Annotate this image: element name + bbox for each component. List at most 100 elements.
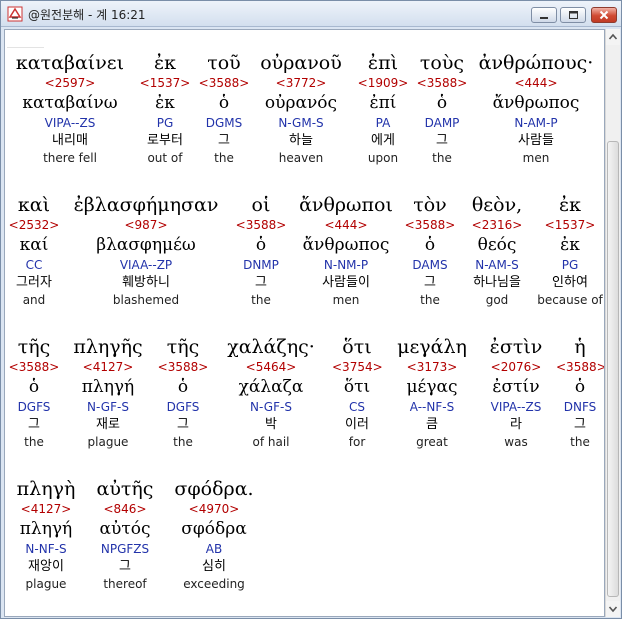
english-gloss: men [332, 293, 360, 307]
strong-number[interactable]: <846> [88, 501, 162, 518]
word-block[interactable]: ὅτι <3754> ὅτι CS 이러 for [332, 335, 383, 450]
word-block[interactable]: αὐτῆς <846> αὐτός NPGFZS 그 thereof [88, 477, 162, 592]
korean-gloss: 라 [510, 417, 522, 432]
app-window: @원전분해 - 계 16:21 καταβαίνει <2597> καταβα… [0, 0, 622, 619]
lexical-form: ἄνθρωπος [302, 235, 390, 255]
korean-gloss: 인하여 [552, 275, 588, 290]
maximize-button[interactable] [560, 7, 586, 23]
strong-number[interactable]: <3588> [556, 359, 604, 376]
strong-number[interactable]: <3588> [414, 75, 470, 92]
english-gloss: the [173, 435, 193, 449]
korean-gloss: 그 [574, 417, 586, 432]
vertical-scrollbar[interactable] [605, 29, 620, 617]
word-block[interactable]: καὶ <2532> καί CC 그러자 and [8, 193, 60, 308]
scroll-up-button[interactable] [606, 29, 620, 45]
strong-number[interactable]: <3588> [198, 75, 250, 92]
english-gloss: plague [87, 435, 129, 449]
korean-gloss: 이러 [345, 417, 369, 432]
word-block[interactable]: πληγῆς <4127> πληγή N-GF-S 재로 plague [60, 335, 156, 450]
minimize-button[interactable] [531, 7, 557, 23]
strong-number[interactable]: <444> [290, 217, 402, 234]
korean-gloss: 사람들 [518, 133, 554, 148]
strong-number[interactable]: <5464> [210, 359, 332, 376]
strong-number[interactable]: <2597> [8, 75, 132, 92]
parse-code: CS [349, 400, 365, 414]
english-gloss: the [420, 293, 440, 307]
word-block[interactable]: σφόδρα. <4970> σφόδρα AB 심히 exceeding [166, 477, 262, 592]
english-gloss: blashemed [112, 293, 180, 307]
strong-number[interactable]: <4127> [8, 501, 84, 518]
strong-number[interactable]: <2532> [8, 217, 60, 234]
strong-number[interactable]: <3588> [8, 359, 60, 376]
lexical-form: σφόδρα [181, 519, 247, 539]
strong-number[interactable]: <1537> [132, 75, 198, 92]
strong-number[interactable]: <444> [470, 75, 602, 92]
close-button[interactable] [591, 7, 617, 23]
word-block[interactable]: χαλάζης· <5464> χάλαζα N-GF-S 박 of hail [210, 335, 332, 450]
app-icon [7, 6, 23, 22]
greek-word: ἐκ [558, 194, 582, 216]
strong-number[interactable]: <2316> [458, 217, 536, 234]
strong-number[interactable]: <2076> [478, 359, 554, 376]
parse-code: N-NM-P [323, 258, 369, 272]
strong-number[interactable]: <4127> [60, 359, 156, 376]
strong-number[interactable]: <3588> [232, 217, 290, 234]
parse-code: CC [25, 258, 43, 272]
word-block[interactable]: ἄνθρωποι <444> ἄνθρωπος N-NM-P 사람들이 men [290, 193, 402, 308]
scroll-down-button[interactable] [606, 601, 620, 617]
corner-blank [7, 31, 44, 48]
word-block[interactable]: τῆς <3588> ὁ DGFS 그 the [8, 335, 60, 450]
english-gloss: god [485, 293, 509, 307]
word-block[interactable]: ἡ <3588> ὁ DNFS 그 the [556, 335, 604, 450]
greek-word: τοὺς [419, 52, 465, 74]
greek-word: οὐρανοῦ [260, 52, 342, 74]
korean-gloss: 그러자 [16, 275, 52, 290]
greek-word: θεὸν, [471, 194, 523, 216]
maximize-icon [569, 11, 578, 19]
word-block[interactable]: ἐστὶν <2076> ἐστίν VIPA--ZS 라 was [478, 335, 554, 450]
english-gloss: the [432, 151, 452, 165]
word-block[interactable]: ἐκ <1537> ἐκ PG 인하여 because of [536, 193, 604, 308]
word-block[interactable]: τοῦ <3588> ὁ DGMS 그 the [198, 51, 250, 166]
word-block[interactable]: θεὸν, <2316> θεός N-AM-S 하나님을 god [458, 193, 536, 308]
strong-number[interactable]: <3588> [402, 217, 458, 234]
lexical-form: αὐτός [99, 519, 151, 539]
parse-code: DGFS [17, 400, 51, 414]
strong-number[interactable]: <4970> [166, 501, 262, 518]
korean-gloss: 하나님을 [473, 275, 521, 290]
strong-number[interactable]: <1537> [536, 217, 604, 234]
lexical-form: χάλαζα [238, 377, 304, 397]
word-block[interactable]: ἐβλασφήμησαν <987> βλασφημέω VIAA--ZP 훼방… [60, 193, 232, 308]
parse-code: DNFS [563, 400, 597, 414]
word-block[interactable]: πληγὴ <4127> πληγή N-NF-S 재앙이 plague [8, 477, 84, 592]
strong-number[interactable]: <3173> [388, 359, 476, 376]
strong-number[interactable]: <987> [60, 217, 232, 234]
greek-word: ἀνθρώπους· [478, 52, 594, 74]
word-block[interactable]: μεγάλη <3173> μέγας A--NF-S 큼 great [388, 335, 476, 450]
word-block[interactable]: καταβαίνει <2597> καταβαίνω VIPA--ZS 내리매… [8, 51, 132, 166]
word-block[interactable]: οὐρανοῦ <3772> οὐρανός N-GM-S 하늘 heaven [250, 51, 352, 166]
parse-code: VIAA--ZP [119, 258, 173, 272]
strong-number[interactable]: <1909> [352, 75, 414, 92]
lexical-form: ὁ [255, 235, 267, 255]
korean-gloss: 그 [28, 417, 40, 432]
lexical-form: μέγας [406, 377, 458, 397]
strong-number[interactable]: <3588> [156, 359, 210, 376]
scroll-thumb[interactable] [607, 141, 619, 597]
english-gloss: the [214, 151, 234, 165]
word-block[interactable]: ἐκ <1537> ἐκ PG 로부터 out of [132, 51, 198, 166]
korean-gloss: 훼방하니 [122, 275, 170, 290]
parse-code: N-GF-S [250, 400, 292, 414]
strong-number[interactable]: <3772> [250, 75, 352, 92]
word-block[interactable]: τοὺς <3588> ὁ DAMP 그 the [414, 51, 470, 166]
word-block[interactable]: ἐπὶ <1909> ἐπί PA 에게 upon [352, 51, 414, 166]
word-block[interactable]: οἱ <3588> ὁ DNMP 그 the [232, 193, 290, 308]
word-block[interactable]: ἀνθρώπους· <444> ἄνθρωπος N-AM-P 사람들 men [470, 51, 602, 166]
parse-code: N-GM-S [278, 116, 324, 130]
greek-word: μεγάλη [397, 336, 467, 358]
word-block[interactable]: τὸν <3588> ὁ DAMS 그 the [402, 193, 458, 308]
word-block[interactable]: τῆς <3588> ὁ DGFS 그 the [156, 335, 210, 450]
title-bar[interactable]: @원전분해 - 계 16:21 [1, 1, 621, 27]
strong-number[interactable]: <3754> [332, 359, 383, 376]
lexical-form: καί [19, 235, 49, 255]
